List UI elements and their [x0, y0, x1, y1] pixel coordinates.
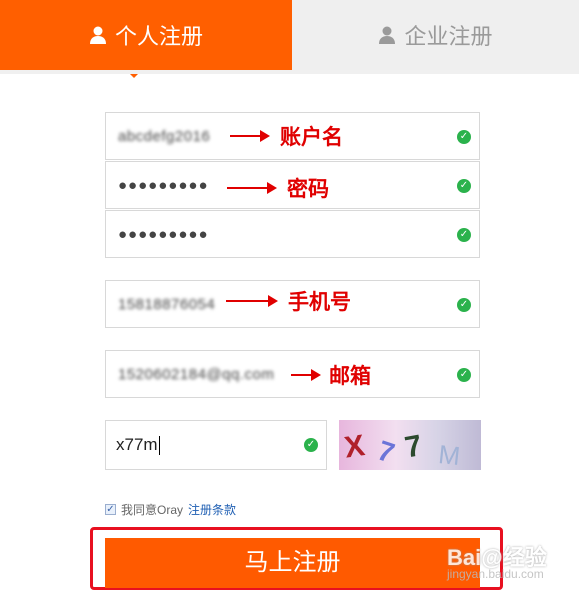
arrow-right-icon: [291, 369, 321, 381]
valid-check-icon: ✓: [457, 368, 471, 382]
account-value: abcdefg2016: [118, 128, 211, 145]
captcha-value: x77m: [116, 435, 160, 456]
captcha-char: M: [437, 439, 462, 470]
valid-check-icon: ✓: [457, 298, 471, 312]
annotation-phone-label: 手机号: [288, 291, 351, 314]
captcha-input[interactable]: x77m ✓: [105, 420, 327, 470]
email-value: 1520602184@qq.com: [118, 366, 275, 383]
valid-check-icon: ✓: [457, 228, 471, 242]
annotation-email: 邮箱: [291, 361, 371, 389]
password-value: ●●●●●●●●●: [118, 177, 209, 194]
annotation-email-label: 邮箱: [329, 365, 371, 388]
tab-personal-label: 个人注册: [114, 24, 203, 49]
annotation-password-label: 密码: [287, 178, 329, 201]
annotation-phone: 手机号: [226, 287, 351, 315]
terms-link[interactable]: 注册条款: [188, 501, 236, 518]
arrow-right-icon: [226, 295, 278, 307]
baidu-jingyan-watermark: Bai@经验 jingyan.baidu.com: [447, 536, 572, 586]
agreement-text: 我同意Oray: [121, 503, 184, 517]
annotation-account-label: 账户名: [280, 126, 343, 149]
arrow-right-icon: [227, 182, 277, 194]
valid-check-icon: ✓: [457, 130, 471, 144]
watermark-site: jingyan.baidu.com: [447, 567, 544, 581]
agreement-row: ✓ 我同意Oray 注册条款: [105, 501, 236, 518]
tab-divider: [0, 70, 579, 74]
captcha-char: 7: [374, 435, 398, 469]
captcha-glyphs: X 7 7 M: [342, 429, 462, 470]
tab-personal-registration[interactable]: 个人注册: [0, 0, 298, 78]
person-icon: [89, 26, 106, 44]
arrow-right-icon: [230, 130, 270, 142]
agreement-checkbox[interactable]: ✓: [105, 504, 116, 515]
annotation-account: 账户名: [230, 122, 343, 150]
password-confirm-field[interactable]: ●●●●●●●●● ✓: [105, 210, 480, 258]
captcha-char: 7: [402, 429, 424, 464]
phone-value: 15818876054: [118, 296, 216, 313]
valid-check-icon: ✓: [457, 179, 471, 193]
tab-company-registration[interactable]: 企业注册: [292, 0, 579, 70]
person-icon: [379, 26, 396, 44]
registration-tabs: 个人注册 企业注册: [0, 0, 579, 78]
captcha-char: X: [342, 429, 366, 464]
register-now-button[interactable]: 马上注册: [105, 538, 480, 588]
annotation-password: 密码: [227, 174, 329, 202]
password-confirm-value: ●●●●●●●●●: [118, 226, 209, 243]
valid-check-icon: ✓: [304, 438, 318, 452]
captcha-image[interactable]: X 7 7 M: [339, 420, 481, 470]
tab-company-label: 企业注册: [404, 24, 493, 49]
